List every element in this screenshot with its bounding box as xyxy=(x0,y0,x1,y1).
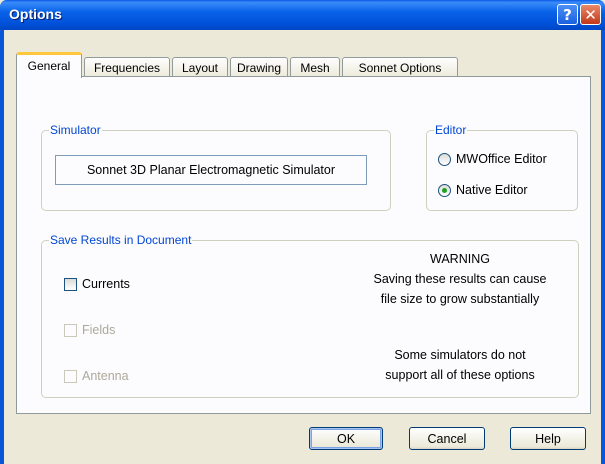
general-tab-panel: Simulator Sonnet 3D Planar Electromagnet… xyxy=(16,76,591,414)
checkbox-label: Antenna xyxy=(82,369,129,383)
ok-button[interactable]: OK xyxy=(309,427,383,450)
checkbox-label: Currents xyxy=(82,277,130,291)
note-line: Some simulators do not xyxy=(394,348,526,362)
cancel-button[interactable]: Cancel xyxy=(409,427,485,450)
tab-frequencies[interactable]: Frequencies xyxy=(84,57,170,78)
radio-label: Native Editor xyxy=(456,183,528,197)
checkbox-fields: Fields xyxy=(64,323,115,337)
tab-layout[interactable]: Layout xyxy=(172,57,228,78)
simulator-legend: Simulator xyxy=(50,123,101,137)
simulator-note: Some simulators do not support all of th… xyxy=(350,345,570,385)
checkbox xyxy=(64,323,77,337)
checkbox-label: Fields xyxy=(82,323,116,337)
simulator-group: Simulator Sonnet 3D Planar Electromagnet… xyxy=(41,123,391,211)
save-results-group: Save Results in Document Currents Fields… xyxy=(41,233,579,398)
editor-legend: Editor xyxy=(435,123,467,137)
radio-label: MWOffice Editor xyxy=(456,152,547,166)
warning-line: Saving these results can cause xyxy=(373,272,547,286)
warning-title: WARNING xyxy=(430,252,490,266)
radio-native-editor[interactable]: Native Editor xyxy=(438,183,528,197)
window-title: Options xyxy=(9,6,62,22)
radio-mwoffice-editor[interactable]: MWOffice Editor xyxy=(438,152,547,166)
help-button[interactable]: Help xyxy=(510,427,586,450)
checkbox-currents[interactable]: Currents xyxy=(64,277,130,291)
close-icon[interactable]: ✕ xyxy=(580,4,601,25)
radio-button[interactable] xyxy=(438,152,451,166)
tab-general[interactable]: General xyxy=(16,52,82,78)
radio-button-selected[interactable] xyxy=(438,183,451,197)
simulator-field[interactable]: Sonnet 3D Planar Electromagnetic Simulat… xyxy=(55,155,367,185)
checkbox xyxy=(64,369,77,383)
dialog-body: General Frequencies Layout Drawing Mesh … xyxy=(4,30,601,464)
options-dialog: Options ? ✕ General Frequencies Layout D… xyxy=(0,0,605,464)
tab-mesh[interactable]: Mesh xyxy=(290,57,340,78)
help-icon[interactable]: ? xyxy=(557,4,578,25)
tab-drawing[interactable]: Drawing xyxy=(230,57,288,78)
title-bar[interactable]: Options ? ✕ xyxy=(0,0,605,30)
checkbox-antenna: Antenna xyxy=(64,369,129,383)
save-results-legend: Save Results in Document xyxy=(50,233,192,247)
note-line: support all of these options xyxy=(385,368,535,382)
tab-sonnet-options[interactable]: Sonnet Options xyxy=(342,57,458,78)
warning-line: file size to grow substantially xyxy=(380,292,540,306)
editor-group: Editor MWOffice Editor Native Editor xyxy=(426,123,578,211)
warning-text: WARNING Saving these results can cause f… xyxy=(350,249,570,309)
checkbox[interactable] xyxy=(64,277,77,291)
